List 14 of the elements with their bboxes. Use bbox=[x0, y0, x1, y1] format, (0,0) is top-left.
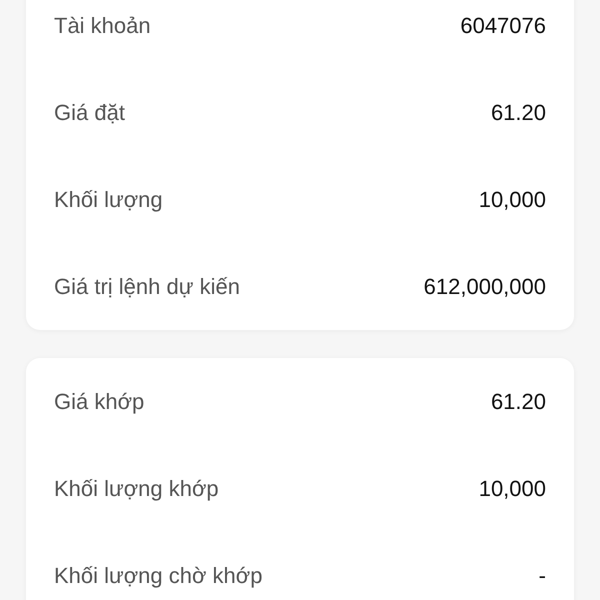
field-value: 10,000 bbox=[478, 475, 546, 503]
field-label: Giá trị lệnh dự kiến bbox=[54, 273, 240, 301]
field-label: Tài khoản bbox=[54, 12, 151, 40]
field-value: - bbox=[538, 562, 546, 590]
field-value: 6047076 bbox=[460, 12, 546, 40]
field-value: 61.20 bbox=[490, 99, 546, 127]
field-value: 61.20 bbox=[490, 388, 546, 416]
field-label: Giá đặt bbox=[54, 99, 125, 127]
field-label: Khối lượng chờ khớp bbox=[54, 562, 262, 590]
field-label: Giá khớp bbox=[54, 388, 144, 416]
field-label: Khối lượng khớp bbox=[54, 475, 219, 503]
field-label: Khối lượng bbox=[54, 186, 163, 214]
field-value: 10,000 bbox=[478, 186, 546, 214]
field-value: 612,000,000 bbox=[424, 273, 546, 301]
